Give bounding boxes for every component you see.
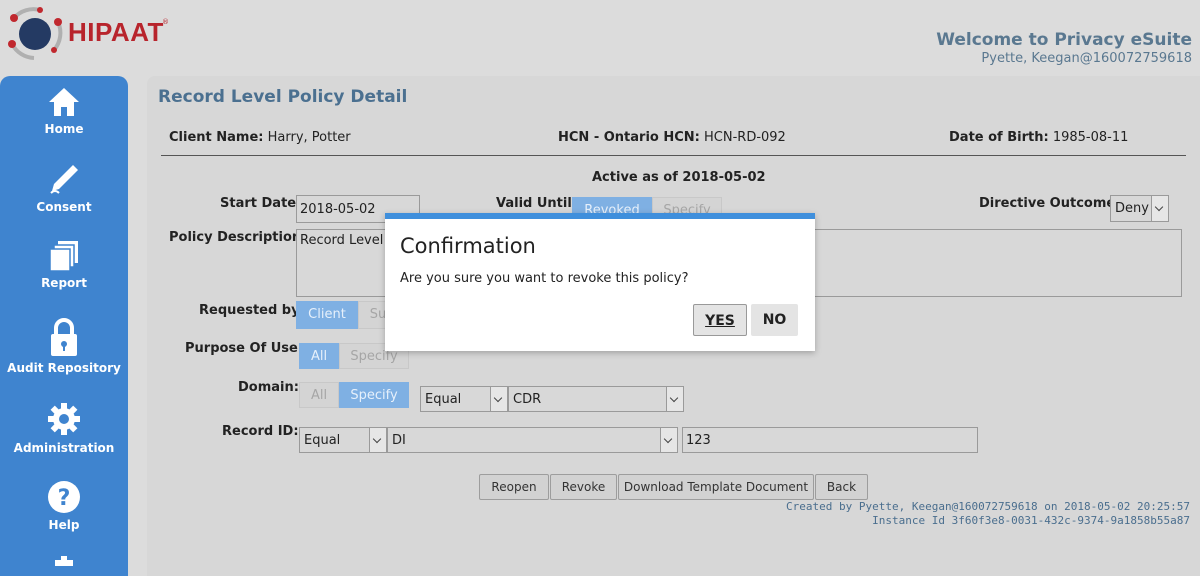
domain-value: CDR [513, 392, 542, 407]
dob-value: 1985-08-11 [1052, 130, 1129, 145]
home-icon [49, 88, 79, 116]
brand-registered-mark: ® [162, 18, 169, 26]
policy-description-label: Policy Description: [169, 230, 307, 245]
sidebar: Home Consent Report Audit Repository Adm… [0, 76, 128, 576]
sidebar-item-label: Report [41, 276, 87, 290]
gear-icon [48, 403, 80, 435]
sidebar-item-label: Help [48, 518, 80, 532]
download-template-button[interactable]: Download Template Document [618, 474, 814, 500]
sidebar-item-consent[interactable]: Consent [0, 162, 128, 214]
reopen-button[interactable]: Reopen [479, 474, 549, 500]
purpose-of-use-all[interactable]: All [299, 343, 339, 369]
sidebar-item-audit-repository[interactable]: Audit Repository [0, 317, 128, 375]
requested-by-client[interactable]: Client [296, 301, 358, 329]
hcn-value: HCN-RD-092 [704, 130, 786, 145]
record-id-value-field[interactable]: 123 [682, 427, 978, 453]
welcome-title: Welcome to Privacy eSuite [936, 30, 1192, 50]
pen-icon [50, 165, 78, 194]
sidebar-item-label: Audit Repository [7, 361, 121, 375]
record-id-type-value: DI [392, 433, 406, 448]
client-name: Client Name: Harry, Potter [169, 130, 351, 145]
documents-icon [49, 241, 78, 272]
valid-until-label: Valid Until: [496, 196, 578, 211]
chevron-down-icon [660, 428, 677, 452]
directive-outcome-value: Deny [1115, 201, 1149, 216]
instance-id: Instance Id 3f60f3e8-0031-432c-9374-9a18… [872, 514, 1190, 527]
sidebar-item-help[interactable]: ? Help [0, 480, 128, 532]
divider [161, 155, 1186, 156]
record-id-operator-value: Equal [304, 433, 341, 448]
sidebar-item-label: Administration [13, 441, 115, 455]
domain-operator-select[interactable]: Equal [420, 386, 508, 412]
directive-outcome-label: Directive Outcome: [979, 196, 1121, 211]
hipaat-logo [8, 7, 63, 60]
svg-text:?: ? [58, 486, 71, 511]
chevron-down-icon [666, 387, 683, 411]
page-title: Record Level Policy Detail [158, 87, 408, 107]
client-name-value: Harry, Potter [267, 130, 351, 145]
domain-operator-value: Equal [425, 392, 462, 407]
domain-specify[interactable]: Specify [339, 382, 409, 408]
more-icon [55, 556, 73, 566]
client-name-label: Client Name: [169, 130, 264, 145]
hcn-label: HCN - Ontario HCN: [558, 130, 700, 145]
directive-outcome-select[interactable]: Deny [1110, 195, 1169, 222]
chevron-down-icon [490, 387, 507, 411]
record-id-label: Record ID: [222, 424, 299, 439]
start-date-label: Start Date: [220, 196, 302, 211]
no-button[interactable]: NO [751, 304, 798, 336]
chevron-down-icon [369, 428, 386, 452]
yes-button[interactable]: YES [693, 304, 747, 336]
sidebar-item-label: Home [44, 122, 84, 136]
dob-label: Date of Birth: [949, 130, 1049, 145]
sidebar-item-label: Consent [36, 200, 92, 214]
brand-name: HIPAAT [68, 17, 164, 47]
sidebar-item-report[interactable]: Report [0, 240, 128, 290]
domain-label: Domain: [238, 380, 299, 395]
dialog-message: Are you sure you want to revoke this pol… [400, 271, 689, 286]
sidebar-item-home[interactable]: Home [0, 86, 128, 136]
confirmation-dialog: Confirmation Are you sure you want to re… [385, 213, 815, 351]
chevron-down-icon [1151, 196, 1168, 221]
current-user: Pyette, Keegan@160072759618 [981, 51, 1192, 66]
sidebar-item-administration[interactable]: Administration [0, 401, 128, 455]
lock-icon [51, 318, 77, 356]
created-by: Created by Pyette, Keegan@160072759618 o… [786, 500, 1190, 513]
hcn: HCN - Ontario HCN: HCN-RD-092 [558, 130, 786, 145]
record-id-type-select[interactable]: DI [387, 427, 678, 453]
domain-value-select[interactable]: CDR [508, 386, 684, 412]
help-icon: ? [48, 481, 80, 513]
date-of-birth: Date of Birth: 1985-08-11 [949, 130, 1128, 145]
record-id-operator-select[interactable]: Equal [299, 427, 387, 453]
active-as-of: Active as of 2018-05-02 [592, 170, 766, 185]
dialog-title: Confirmation [400, 234, 536, 258]
revoke-button[interactable]: Revoke [550, 474, 617, 500]
domain-all[interactable]: All [299, 382, 339, 408]
back-button[interactable]: Back [815, 474, 868, 500]
requested-by-label: Requested by: [199, 303, 305, 318]
purpose-of-use-label: Purpose Of Use: [185, 341, 304, 356]
